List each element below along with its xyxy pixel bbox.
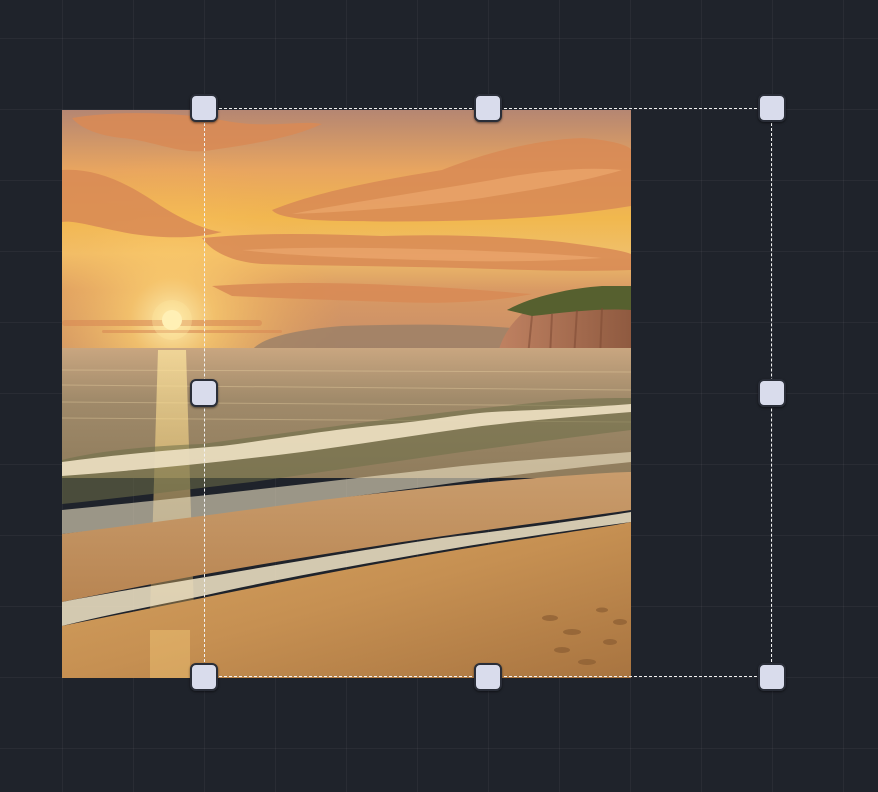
resize-handle-top[interactable] [474, 94, 502, 122]
beach-sunset-illustration [62, 110, 631, 678]
resize-handle-bottom[interactable] [474, 663, 502, 691]
resize-handle-bottom-left[interactable] [190, 663, 218, 691]
beach-sunset-image[interactable] [62, 110, 631, 678]
resize-handle-left[interactable] [190, 379, 218, 407]
resize-handle-right[interactable] [758, 379, 786, 407]
resize-handle-top-left[interactable] [190, 94, 218, 122]
editor-canvas[interactable] [0, 0, 878, 792]
resize-handle-top-right[interactable] [758, 94, 786, 122]
resize-handle-bottom-right[interactable] [758, 663, 786, 691]
